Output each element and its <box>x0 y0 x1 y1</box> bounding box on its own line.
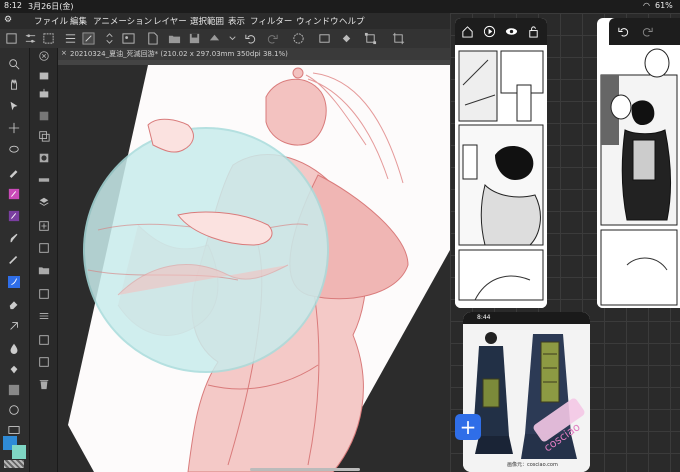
play-icon[interactable] <box>483 25 496 38</box>
home-icon[interactable] <box>461 25 474 38</box>
eyedropper-icon[interactable] <box>7 166 21 178</box>
hamburger-menu-icon[interactable] <box>64 32 77 45</box>
merge-layer-icon[interactable] <box>37 334 51 346</box>
close-icon[interactable]: × <box>61 49 67 57</box>
layer-list-icon[interactable] <box>37 310 51 322</box>
sub-tool-palette <box>30 48 58 472</box>
new-layer-icon[interactable] <box>37 220 51 232</box>
redo-icon[interactable] <box>641 25 654 38</box>
svg-text:画像元：cosciao.com: 画像元：cosciao.com <box>507 461 558 468</box>
menu-window[interactable]: ウィンドウ <box>296 15 339 27</box>
manga-reference-panel-1[interactable] <box>455 18 547 308</box>
status-battery: 61% <box>655 1 673 10</box>
costume-photo-panel[interactable]: 8:44 cosciao 画像元：cosciao.com <box>463 312 590 472</box>
menu-filter[interactable]: フィルター <box>250 15 292 27</box>
manga-reference-panel-2[interactable] <box>597 18 680 308</box>
text-frame-icon[interactable] <box>7 424 21 436</box>
add-reference-button[interactable]: + <box>455 414 481 440</box>
vector-layer-icon[interactable] <box>37 242 51 254</box>
stack-icon[interactable] <box>37 196 51 208</box>
airbrush-icon[interactable] <box>7 254 21 266</box>
export-icon[interactable] <box>208 32 221 45</box>
close-circle-icon[interactable] <box>37 50 51 62</box>
edit-layer-icon[interactable] <box>82 32 95 45</box>
tool-palette <box>0 48 30 472</box>
transparent-color-icon[interactable] <box>4 460 24 468</box>
ios-status-bar: 8:12 3月26日(金) ◠ 61% <box>0 0 680 13</box>
crop-icon[interactable] <box>392 32 405 45</box>
blend-tool-icon[interactable] <box>7 276 21 288</box>
chevron-up-down-icon[interactable] <box>103 32 116 45</box>
mask-icon[interactable] <box>37 152 51 164</box>
pen-tool-icon[interactable] <box>7 188 21 200</box>
dropdown-icon[interactable] <box>226 32 239 45</box>
fill-icon[interactable] <box>340 32 353 45</box>
manga-page-2 <box>597 45 680 308</box>
combine-icon[interactable] <box>37 356 51 368</box>
unlock-icon[interactable] <box>527 25 540 38</box>
delete-layer-icon[interactable] <box>37 378 51 390</box>
menu-layer[interactable]: レイヤー <box>153 15 187 27</box>
panel-toolbar <box>455 18 547 45</box>
status-time: 8:12 <box>4 1 22 10</box>
command-bar <box>0 29 450 49</box>
sub-color-swatch[interactable] <box>12 445 26 459</box>
costume-photo: cosciao 画像元：cosciao.com <box>463 324 590 472</box>
eraser-icon[interactable] <box>7 298 21 310</box>
menu-selection[interactable]: 選択範囲 <box>190 15 224 27</box>
ruler-icon[interactable] <box>37 174 51 186</box>
brush-icon[interactable] <box>7 232 21 244</box>
clear-layer-icon[interactable] <box>318 32 331 45</box>
sliders-icon[interactable] <box>24 32 37 45</box>
document-tab[interactable]: × 20210324_夏油_死滅回游* (210.02 x 297.03mm 3… <box>58 48 450 60</box>
open-folder-icon[interactable] <box>168 32 181 45</box>
layer-property-icon[interactable] <box>37 110 51 122</box>
status-date: 3月26日(金) <box>28 2 74 11</box>
gear-icon[interactable]: ⚙ <box>4 15 12 25</box>
orb-shape <box>83 127 329 373</box>
copy-layer-icon[interactable] <box>37 130 51 142</box>
gradient-icon[interactable] <box>7 384 21 396</box>
selection-icon[interactable] <box>42 32 55 45</box>
transform-icon[interactable] <box>364 32 377 45</box>
folder-layer-icon[interactable] <box>37 264 51 276</box>
menu-bar: ⚙ ファイル 編集 アニメーション レイヤー 選択範囲 表示 フィルター ウィン… <box>0 13 450 29</box>
menu-animation[interactable]: アニメーション <box>93 15 152 27</box>
wifi-icon: ◠ <box>643 1 650 10</box>
menu-view[interactable]: 表示 <box>228 15 245 27</box>
photo-status: 8:44 <box>463 312 590 324</box>
hand-icon[interactable] <box>7 78 21 90</box>
undo-icon[interactable] <box>244 32 257 45</box>
tool-settings-icon[interactable] <box>5 32 18 45</box>
canvas-area[interactable] <box>58 65 450 472</box>
menu-help[interactable]: ヘルプ <box>339 15 365 27</box>
layer-tool-icon[interactable] <box>37 70 51 82</box>
layer-move-icon[interactable] <box>37 88 51 100</box>
paint-bucket-icon[interactable] <box>7 364 21 376</box>
document-title: 20210324_夏油_死滅回游* (210.02 x 297.03mm 350… <box>70 50 288 58</box>
menu-file[interactable]: ファイル <box>34 15 68 27</box>
fill-drop-icon[interactable] <box>7 342 21 354</box>
decoration-icon[interactable] <box>7 320 21 332</box>
move-icon[interactable] <box>7 122 21 134</box>
save-icon[interactable] <box>188 32 201 45</box>
pencil-tool-icon[interactable] <box>7 210 21 222</box>
artwork-canvas[interactable] <box>58 65 450 472</box>
operation-icon[interactable] <box>7 100 21 112</box>
zoom-icon[interactable] <box>7 58 21 70</box>
eye-icon[interactable] <box>505 25 518 38</box>
undo-icon[interactable] <box>617 25 630 38</box>
layer-item-icon[interactable] <box>37 288 51 300</box>
manga-page-1 <box>455 45 547 308</box>
menu-edit[interactable]: 編集 <box>70 15 87 27</box>
new-file-icon[interactable] <box>146 32 159 45</box>
clear-selection-icon[interactable] <box>292 32 305 45</box>
gallery-icon[interactable] <box>122 32 135 45</box>
lasso-icon[interactable] <box>7 144 21 156</box>
panel-toolbar-2 <box>609 18 680 45</box>
redo-icon[interactable] <box>266 32 279 45</box>
home-indicator <box>250 468 360 471</box>
figure-icon[interactable] <box>7 404 21 416</box>
